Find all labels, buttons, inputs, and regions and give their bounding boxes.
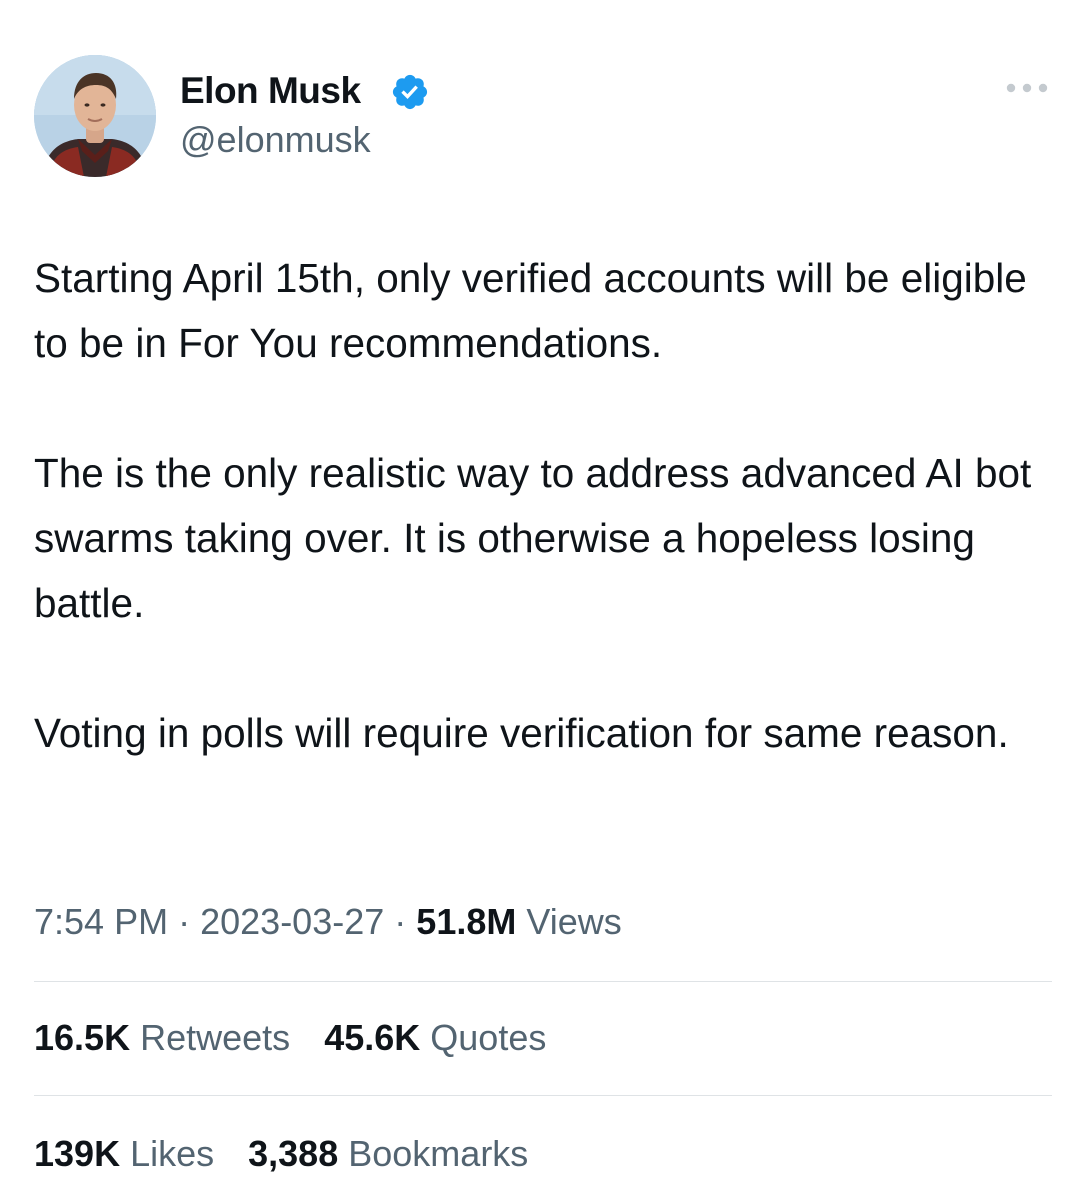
tweet-paragraph: The is the only realistic way to address… bbox=[34, 450, 1032, 626]
meta-separator: · bbox=[394, 901, 407, 942]
tweet-paragraph: Voting in polls will require verificatio… bbox=[34, 710, 1009, 756]
tweet-paragraph: Starting April 15th, only verified accou… bbox=[34, 255, 1027, 366]
likes-stat[interactable]: 139K Likes bbox=[34, 1128, 214, 1180]
divider bbox=[34, 981, 1052, 982]
bookmarks-label: Bookmarks bbox=[348, 1133, 529, 1174]
tweet-card: Elon Musk @elonmusk Starting April 15th,… bbox=[0, 0, 1086, 1200]
verified-badge-icon bbox=[390, 72, 430, 112]
views-count[interactable]: 51.8M bbox=[416, 901, 516, 942]
bookmarks-stat[interactable]: 3,388 Bookmarks bbox=[248, 1128, 528, 1180]
tweet-meta: 7:54 PM · 2023-03-27 · 51.8M Views bbox=[34, 896, 622, 948]
engagement-row-shares: 16.5K Retweets 45.6K Quotes bbox=[34, 1012, 570, 1064]
tweet-text: Starting April 15th, only verified accou… bbox=[34, 246, 1064, 766]
more-horizontal-icon[interactable] bbox=[1002, 76, 1052, 100]
quotes-count: 45.6K bbox=[324, 1017, 421, 1058]
likes-label: Likes bbox=[130, 1133, 215, 1174]
avatar-image bbox=[34, 55, 156, 177]
display-name[interactable]: Elon Musk bbox=[180, 68, 361, 114]
avatar[interactable] bbox=[34, 55, 156, 177]
likes-count: 139K bbox=[34, 1133, 121, 1174]
tweet-time[interactable]: 7:54 PM bbox=[34, 901, 168, 942]
retweets-stat[interactable]: 16.5K Retweets bbox=[34, 1012, 290, 1064]
divider bbox=[34, 1095, 1052, 1096]
quotes-label: Quotes bbox=[430, 1017, 547, 1058]
engagement-row-likes: 139K Likes 3,388 Bookmarks bbox=[34, 1128, 552, 1180]
tweet-date[interactable]: 2023-03-27 bbox=[200, 901, 384, 942]
meta-separator: · bbox=[178, 901, 191, 942]
user-handle[interactable]: @elonmusk bbox=[180, 118, 371, 162]
retweets-label: Retweets bbox=[140, 1017, 291, 1058]
bookmarks-count: 3,388 bbox=[248, 1133, 339, 1174]
quotes-stat[interactable]: 45.6K Quotes bbox=[324, 1012, 546, 1064]
views-label: Views bbox=[526, 901, 622, 942]
retweets-count: 16.5K bbox=[34, 1017, 131, 1058]
